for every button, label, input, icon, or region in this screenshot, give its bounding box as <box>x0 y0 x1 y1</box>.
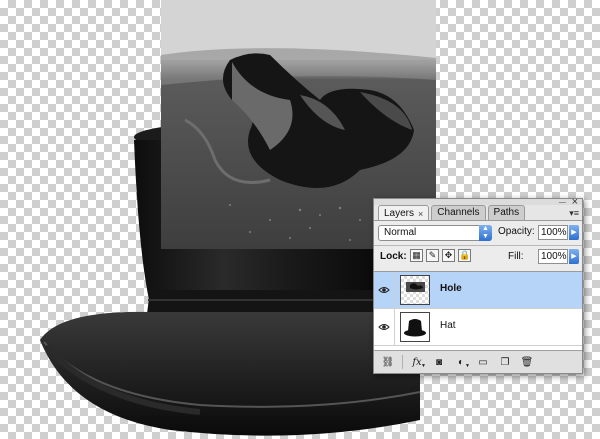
tab-label: Layers <box>384 207 415 219</box>
layer-name: Hole <box>440 283 462 294</box>
blend-mode-select[interactable]: Normal ▲ ▼ <box>378 225 492 241</box>
layer-row-hat[interactable]: Hat <box>374 309 582 346</box>
panel-tabs: Layers × Channels Paths <box>378 205 526 221</box>
layer-mask-icon[interactable]: ◙ <box>431 355 447 369</box>
lock-transparent-pixels-icon[interactable]: ▦ <box>410 249 423 262</box>
blend-opacity-row: Normal ▲ ▼ Opacity: 100% ▶ <box>378 225 579 242</box>
folder-icon[interactable]: ▭ <box>475 355 491 369</box>
blend-mode-value: Normal <box>384 227 417 238</box>
lock-image-pixels-icon[interactable]: ✎ <box>426 249 439 262</box>
eye-icon <box>378 324 390 330</box>
visibility-toggle[interactable] <box>374 272 395 308</box>
opacity-field[interactable]: 100% <box>538 225 568 240</box>
opacity-value: 100% <box>541 227 567 238</box>
fill-field[interactable]: 100% <box>538 249 568 264</box>
fill-label: Fill: <box>508 251 524 262</box>
layer-row-hole[interactable]: Hole <box>374 272 582 309</box>
tab-label: Channels <box>437 207 480 218</box>
lock-label: Lock: <box>380 251 407 262</box>
lock-fill-row: Lock: ▦ ✎ ✥ 🔒 Fill: 100% ▶ <box>378 249 579 266</box>
close-icon[interactable]: × <box>572 196 578 208</box>
new-layer-icon[interactable]: ❐ <box>497 355 513 369</box>
layers-bottom-toolbar: ⛓ fx ▼ ◙ ◐ ▼ ▭ ❐ 🗑 <box>374 350 582 373</box>
visibility-toggle[interactable] <box>374 309 395 345</box>
tab-label: Paths <box>493 207 520 218</box>
lock-position-icon[interactable]: ✥ <box>442 249 455 262</box>
tab-channels[interactable]: Channels <box>431 205 486 220</box>
divider <box>374 245 582 246</box>
layer-name: Hat <box>440 320 456 331</box>
tab-layers[interactable]: Layers × <box>378 205 430 221</box>
opacity-slider-arrow-icon[interactable]: ▶ <box>569 225 579 240</box>
adjustment-layer-icon[interactable]: ◐ ▼ <box>453 355 470 370</box>
divider <box>402 355 403 369</box>
close-icon[interactable]: × <box>418 207 423 221</box>
layers-panel: ⏤ × Layers × Channels Paths ▾≡ Normal ▲ ▼… <box>373 196 583 374</box>
layer-thumbnail-hole <box>400 275 430 305</box>
opacity-label: Opacity: <box>498 226 535 237</box>
panel-menu-icon[interactable]: ▾≡ <box>569 208 579 219</box>
fx-icon[interactable]: fx ▼ <box>409 355 426 370</box>
eye-icon <box>378 287 390 293</box>
panel-body: Normal ▲ ▼ Opacity: 100% ▶ Lock: ▦ ✎ ✥ 🔒 … <box>374 220 582 373</box>
updown-arrows-icon[interactable]: ▲ ▼ <box>479 225 492 241</box>
tab-paths[interactable]: Paths <box>487 205 526 220</box>
fill-slider-arrow-icon[interactable]: ▶ <box>569 249 579 264</box>
collapse-icon[interactable]: ⏤ <box>559 197 566 207</box>
link-layers-icon[interactable]: ⛓ <box>380 355 396 369</box>
lock-all-icon[interactable]: 🔒 <box>458 249 471 262</box>
fill-value: 100% <box>541 251 567 262</box>
layer-thumbnail-hat <box>400 312 430 342</box>
trash-icon[interactable]: 🗑 <box>519 355 535 369</box>
